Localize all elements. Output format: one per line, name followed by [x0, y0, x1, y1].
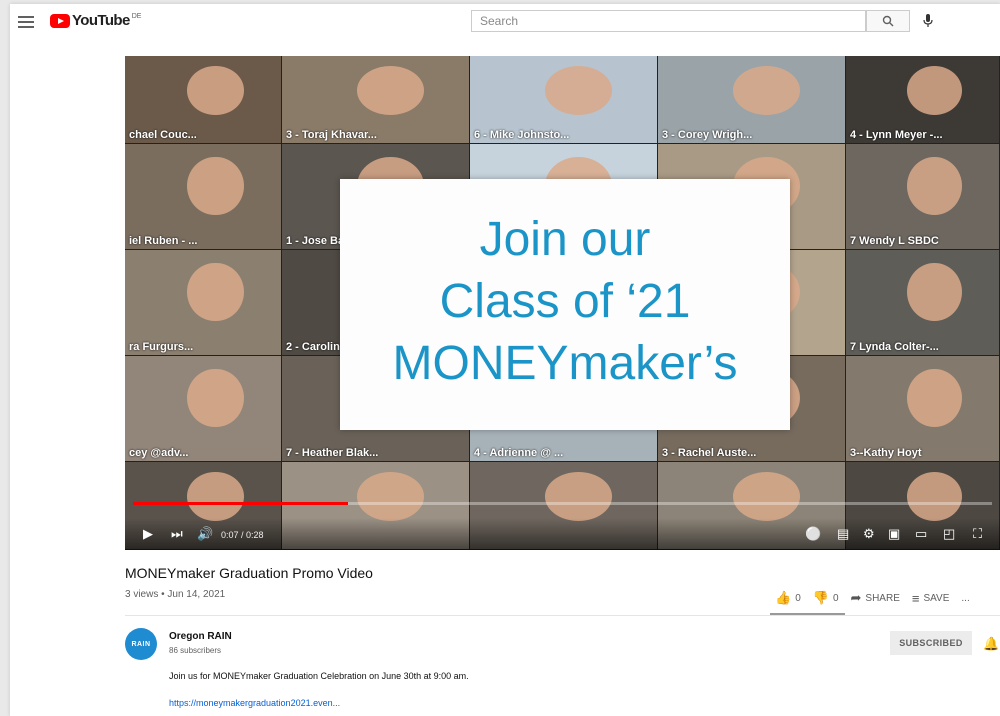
participant-tile: chael Couc...	[125, 56, 282, 144]
autoplay-toggle[interactable]: ⚪	[805, 526, 821, 542]
participant-face	[187, 368, 244, 428]
description-link[interactable]: https://moneymakergraduation2021.even...	[169, 698, 340, 708]
promo-card: Join our Class of ‘21 MONEYmaker’s	[340, 179, 790, 430]
voice-search-button[interactable]	[918, 11, 938, 31]
promo-line-1: Join our	[479, 213, 651, 266]
promo-line-3: MONEYmaker’s	[392, 337, 738, 390]
miniplayer-icon[interactable]: ▣	[888, 526, 900, 542]
share-label: SHARE	[865, 592, 900, 604]
participant-tile: 7 Wendy L SBDC	[846, 144, 1000, 250]
subscriber-count: 86 subscribers	[169, 646, 222, 655]
play-logo-icon	[50, 13, 70, 28]
captions-icon[interactable]: ▤	[837, 526, 849, 542]
participant-tile: iel Ruben - ...	[125, 144, 282, 250]
participant-face	[544, 66, 613, 116]
participant-face	[187, 156, 244, 216]
play-icon[interactable]: ▶	[143, 526, 153, 542]
participant-name: 4 - Adrienne @ ...	[474, 447, 564, 459]
youtube-logo[interactable]: YouTube DE	[50, 12, 141, 29]
dislike-button[interactable]: 👎 0	[813, 590, 839, 606]
participant-face	[187, 66, 244, 116]
like-count: 0	[795, 592, 801, 604]
volume-icon[interactable]: 🔊	[197, 526, 213, 542]
participant-tile: 3 - Corey Wrigh...	[658, 56, 846, 144]
participant-face	[907, 262, 963, 322]
time-display: 0:07 / 0:28	[221, 530, 264, 540]
masthead: YouTube DE	[10, 4, 1000, 40]
participant-tile: 3--Kathy Hoyt	[846, 356, 1000, 462]
save-label: SAVE	[923, 592, 950, 604]
participant-face	[907, 66, 963, 116]
participant-tile: 3 - Toraj Khavar...	[282, 56, 470, 144]
participant-face	[544, 472, 613, 522]
participant-name: 1 - Jose Ba	[286, 235, 345, 247]
participant-name: 6 - Mike Johnsto...	[474, 129, 570, 141]
participant-face	[907, 368, 963, 428]
participant-name: 3 - Toraj Khavar...	[286, 129, 377, 141]
promo-line-2: Class of ‘21	[439, 275, 691, 328]
participant-name: 3 - Corey Wrigh...	[662, 129, 753, 141]
channel-avatar[interactable]: RAIN	[125, 628, 157, 660]
dislike-count: 0	[832, 592, 839, 604]
participant-tile: cey @adv...	[125, 356, 282, 462]
participant-name: 7 Lynda Colter-...	[850, 341, 939, 353]
subscribe-button[interactable]: SUBSCRIBED	[890, 631, 972, 655]
video-actions: 👍 0 👎 0 ➦ SHARE ≡ SAVE ...	[775, 589, 982, 607]
participant-face	[732, 66, 801, 116]
video-meta: 3 views • Jun 14, 2021	[125, 589, 226, 600]
search-icon	[882, 15, 894, 27]
video-player[interactable]: chael Couc... 3 - Toraj Khavar... 6 - Mike…	[125, 56, 1000, 550]
participant-tile: ra Furgurs...	[125, 250, 282, 356]
search-box[interactable]	[471, 10, 868, 32]
fullscreen-icon[interactable]: ⛶	[973, 526, 982, 542]
participant-face	[356, 472, 425, 522]
notification-bell-icon[interactable]: 🔔	[983, 636, 999, 652]
progress-fill	[133, 502, 348, 505]
participant-face	[907, 156, 963, 216]
participant-name: 4 - Lynn Meyer -...	[850, 129, 943, 141]
thumbs-up-icon: 👍	[775, 590, 792, 605]
participant-name: 3 - Rachel Auste...	[662, 447, 757, 459]
video-title: MONEYmaker Graduation Promo Video	[125, 565, 373, 581]
player-controls: ▶ ⏭ 🔊 0:07 / 0:28 ⚪ ▤ ⚙ ▣ ▭ ◰ ⛶	[125, 502, 1000, 550]
progress-bar[interactable]	[133, 502, 992, 505]
participant-name: 7 - Heather Blak...	[286, 447, 379, 459]
participant-tile: 6 - Mike Johnsto...	[470, 56, 658, 144]
participant-tile: 7 Lynda Colter-...	[846, 250, 1000, 356]
menu-icon[interactable]	[18, 14, 34, 30]
participant-face	[907, 472, 963, 522]
cast-icon[interactable]: ◰	[943, 526, 955, 542]
participant-tile: 4 - Lynn Meyer -...	[846, 56, 1000, 144]
playlist-add-icon: ≡	[911, 590, 920, 606]
save-button[interactable]: ≡ SAVE	[912, 591, 950, 606]
channel-name[interactable]: Oregon RAIN	[169, 631, 232, 642]
participant-name: ra Furgurs...	[129, 341, 194, 353]
participant-name: 2 - Carolin	[286, 341, 340, 353]
search-input[interactable]	[472, 11, 868, 31]
thumbs-down-icon: 👎	[812, 590, 829, 605]
participant-name: cey @adv...	[129, 447, 189, 459]
more-actions-button[interactable]: ...	[961, 593, 969, 604]
settings-gear-icon[interactable]: ⚙	[863, 526, 875, 542]
participant-face	[187, 262, 244, 322]
video-description: Join us for MONEYmaker Graduation Celebr…	[169, 671, 469, 681]
microphone-icon	[923, 14, 933, 27]
participant-name: 3--Kathy Hoyt	[850, 447, 922, 459]
next-icon[interactable]: ⏭	[171, 526, 183, 542]
share-button[interactable]: ➦ SHARE	[851, 590, 900, 606]
participant-name: chael Couc...	[129, 129, 197, 141]
divider	[125, 615, 1000, 616]
participant-name: 7 Wendy L SBDC	[850, 235, 939, 247]
like-button[interactable]: 👍 0	[775, 590, 801, 606]
region-code: DE	[131, 13, 142, 20]
browser-window: YouTube DE chael Couc... 3 - Toraj Khavar…	[10, 4, 1000, 716]
search-button[interactable]	[866, 10, 910, 32]
participant-name: iel Ruben - ...	[129, 235, 198, 247]
participant-face	[187, 472, 244, 522]
theater-mode-icon[interactable]: ▭	[915, 526, 927, 542]
participant-face	[356, 66, 425, 116]
logo-text: YouTube	[72, 12, 130, 29]
participant-face	[732, 472, 801, 522]
share-arrow-icon: ➦	[850, 590, 862, 605]
